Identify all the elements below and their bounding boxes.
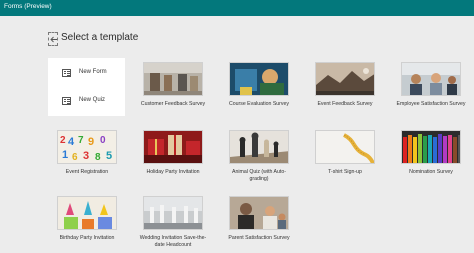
template-thumbnail [143,130,203,164]
template-thumbnail [315,62,375,96]
svg-text:1: 1 [62,149,68,161]
svg-text:8: 8 [95,152,101,163]
svg-text:6: 6 [72,152,78,163]
template-thumbnail [143,196,203,230]
quiz-icon [62,97,71,105]
template-thumbnail [57,196,117,230]
app-header: Forms (Preview) [0,0,474,16]
template-label: Animal Quiz (with Auto-grading) [232,169,286,182]
form-icon [62,69,71,77]
app-title: Forms (Preview) [4,3,52,10]
svg-text:7: 7 [78,135,84,146]
new-form-label: New Form [79,69,107,75]
svg-text:5: 5 [106,150,112,162]
template-thumbnail [229,62,289,96]
template-thumbnail [143,62,203,96]
template-thumbnail [315,130,375,164]
svg-text:3: 3 [83,150,89,162]
template-label: Customer Feedback Survey [140,101,206,107]
svg-text:9: 9 [88,136,94,148]
template-label: Employee Satisfaction Survey [396,101,466,107]
template-card[interactable]: Customer Feedback Survey [138,62,208,108]
template-thumbnail: 2 4 7 9 0 1 6 3 8 5 [57,130,117,164]
template-thumbnail [229,196,289,230]
template-thumbnail [229,130,289,164]
template-label: Nomination Survey [409,169,453,175]
template-label: T-shirt Sign-up [328,169,362,175]
template-label: Course Evaluation Survey [229,101,289,107]
template-card[interactable]: Course Evaluation Survey [224,62,294,108]
template-card[interactable]: Event Feedback Survey [310,62,380,108]
svg-text:4: 4 [68,136,75,148]
template-card[interactable]: Parent Satisfaction Survey [224,196,294,242]
template-card[interactable]: Wedding Invitation Save-the-date Headcou… [138,196,208,248]
template-card[interactable]: Animal Quiz (with Auto-grading) [224,130,294,182]
svg-text:0: 0 [100,135,106,146]
template-label: Parent Satisfaction Survey [228,235,290,241]
page-title: Select a template [61,32,139,43]
template-card[interactable]: Employee Satisfaction Survey [396,62,466,108]
template-card[interactable]: Birthday Party Invitation [52,196,122,242]
new-options-panel: New Form New Quiz [48,58,125,116]
template-card[interactable]: T-shirt Sign-up [310,130,380,176]
back-arrow-icon[interactable] [48,32,58,46]
template-label: Birthday Party Invitation [59,235,115,241]
svg-text:2: 2 [60,135,66,146]
template-thumbnail [401,62,461,96]
template-card[interactable]: Holiday Party Invitation [138,130,208,176]
template-label: Event Registration [65,169,109,175]
template-thumbnail [401,130,461,164]
new-quiz-label: New Quiz [79,97,106,103]
template-label: Event Feedback Survey [317,101,373,107]
template-label: Holiday Party Invitation [146,169,200,175]
template-card[interactable]: Nomination Survey [396,130,466,176]
template-card[interactable]: 2 4 7 9 0 1 6 3 8 5 Event Registration [52,130,122,176]
template-label: Wedding Invitation Save-the-date Headcou… [139,235,207,248]
